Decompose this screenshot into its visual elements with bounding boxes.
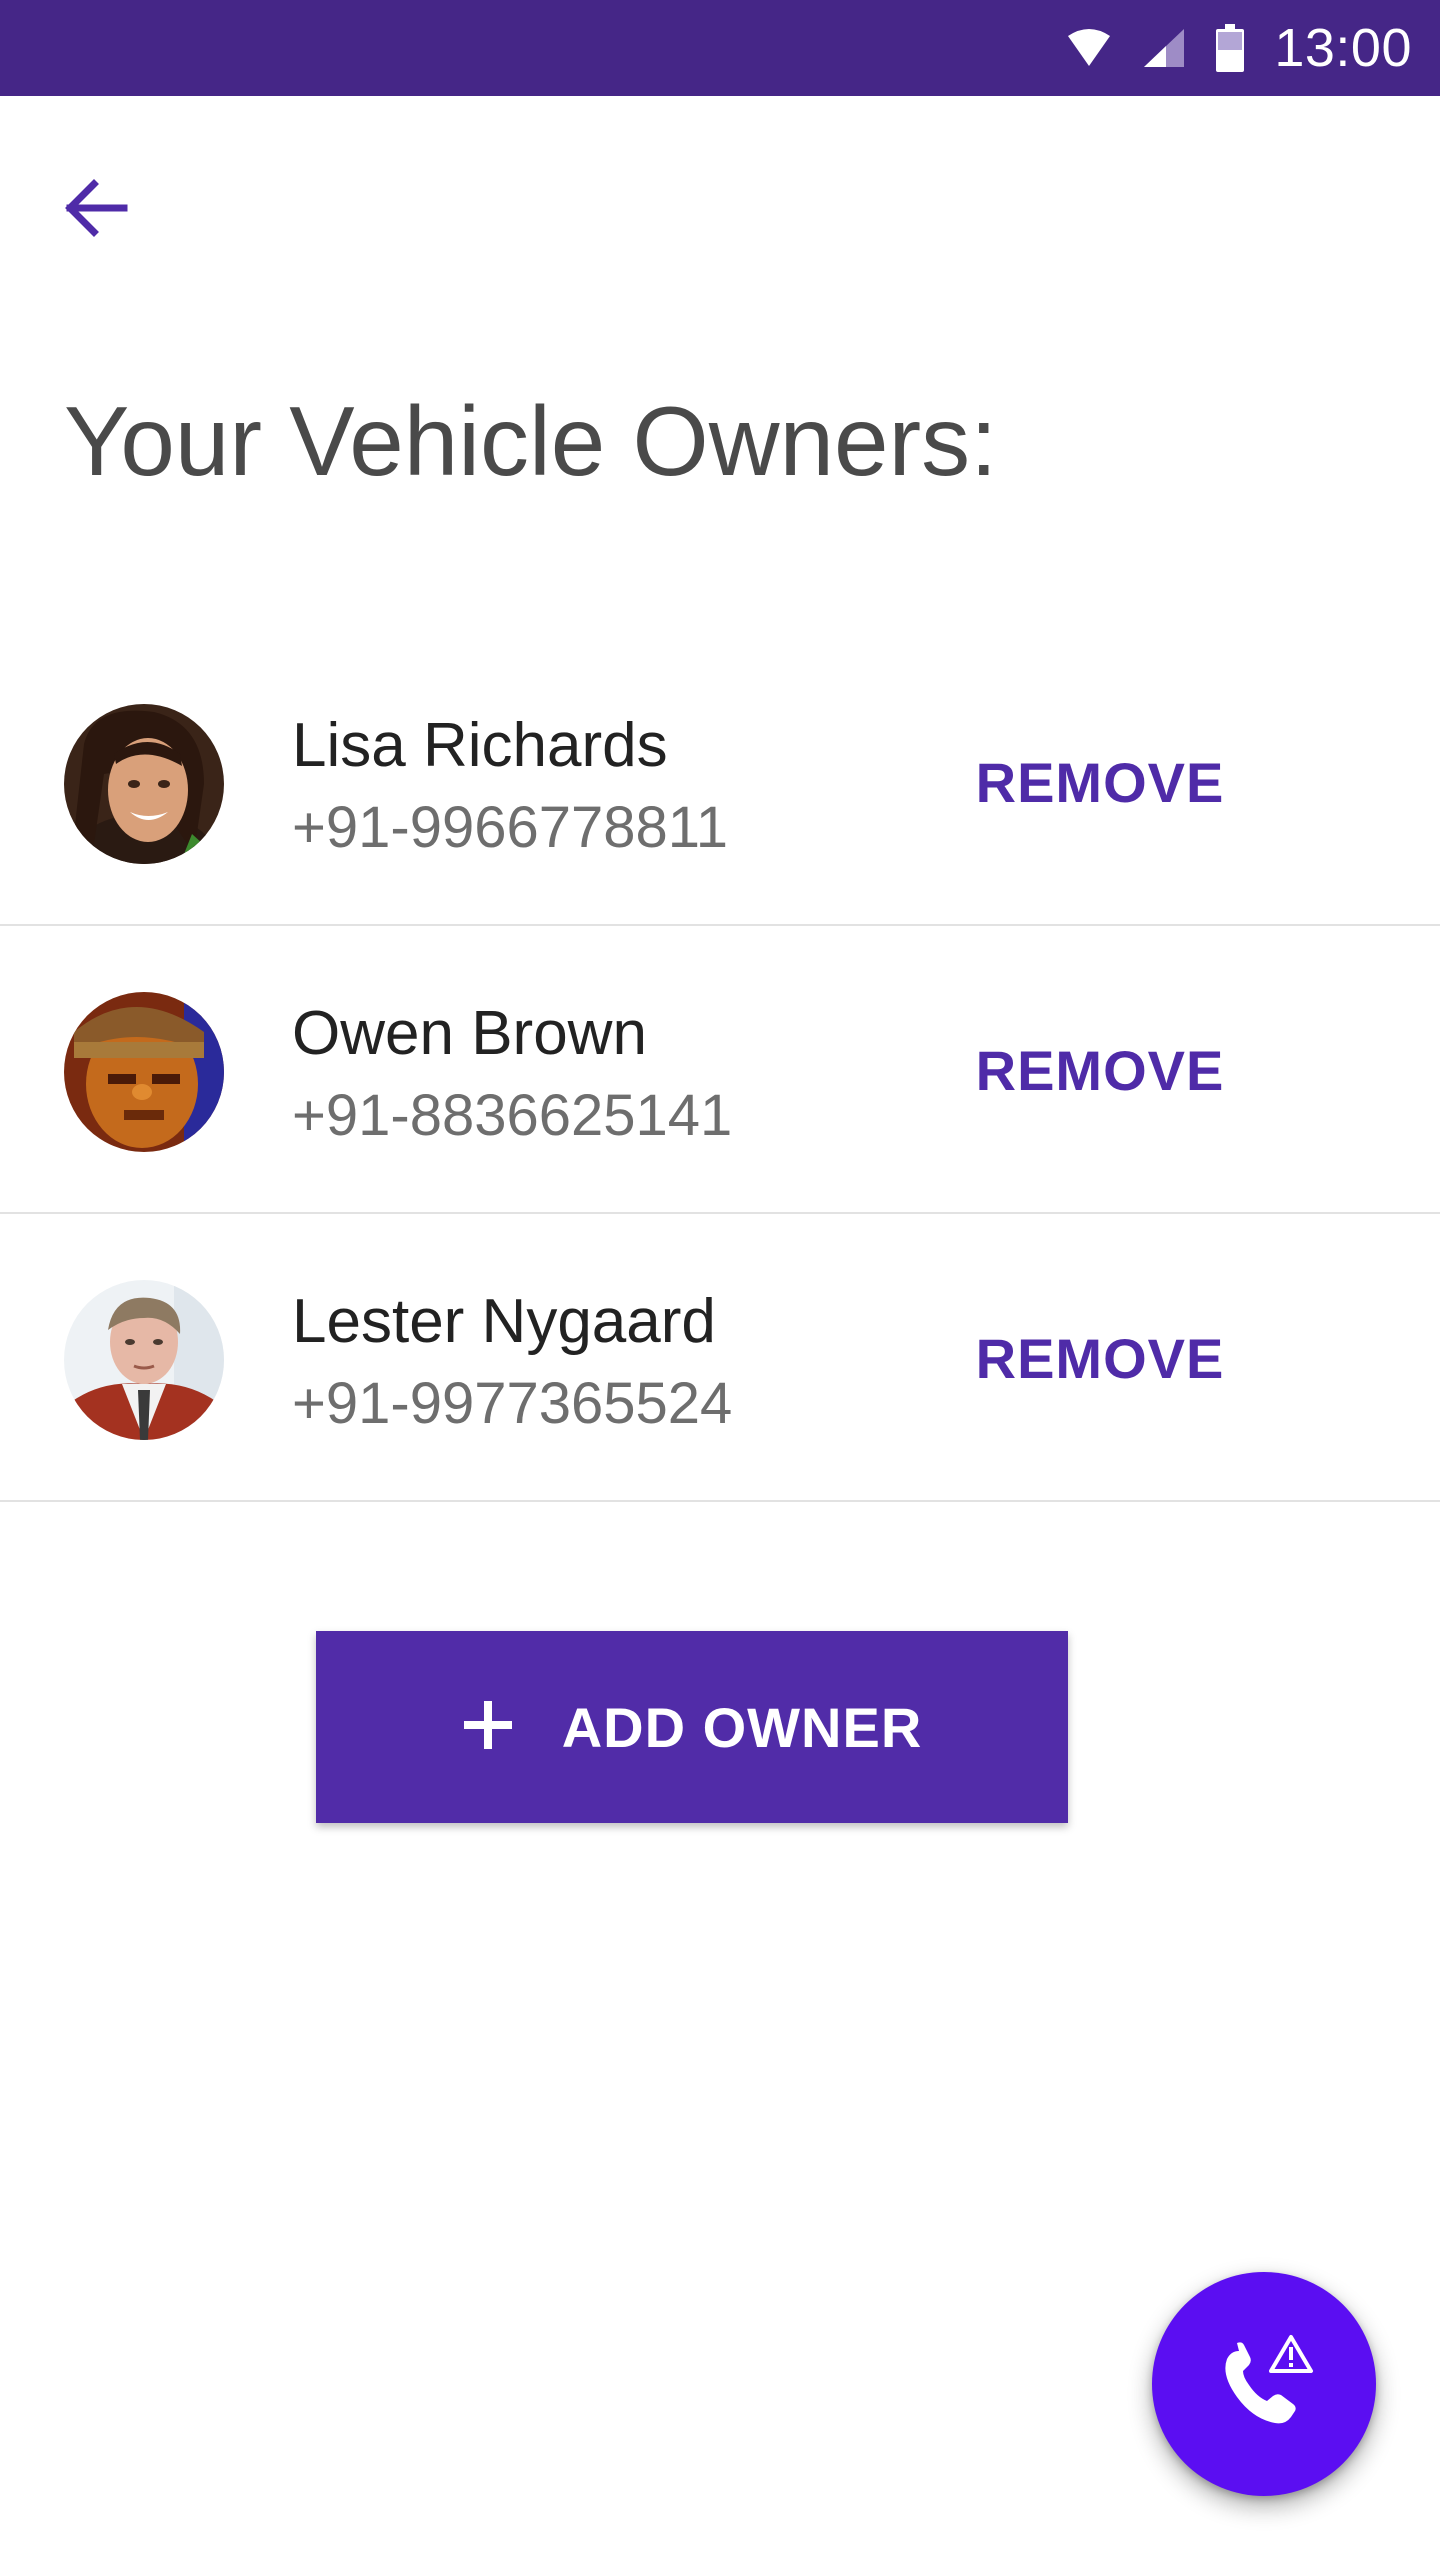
- owner-phone: +91-9977365524: [292, 1371, 733, 1436]
- owner-name: Lisa Richards: [292, 711, 668, 780]
- owner-phone: +91-9966778811: [292, 795, 728, 860]
- emergency-call-fab[interactable]: [1152, 2272, 1376, 2496]
- cellular-signal-icon: [1142, 27, 1186, 69]
- page-title: Your Vehicle Owners:: [64, 386, 998, 496]
- avatar: [64, 992, 224, 1152]
- owner-list: Lisa Richards +91-9966778811 REMOVE Owen: [0, 638, 1440, 1502]
- battery-icon: [1216, 24, 1245, 72]
- owner-row: Owen Brown +91-8836625141 REMOVE: [0, 926, 1440, 1214]
- avatar: [64, 704, 224, 864]
- avatar: [64, 1280, 224, 1440]
- wifi-icon: [1066, 28, 1112, 68]
- owner-name: Lester Nygaard: [292, 1287, 716, 1356]
- add-owner-label: ADD OWNER: [561, 1695, 923, 1759]
- add-owner-button[interactable]: ADD OWNER: [316, 1631, 1068, 1823]
- phone-alert-icon: [1209, 2327, 1319, 2442]
- owner-phone: +91-8836625141: [292, 1083, 733, 1148]
- owner-row: Lisa Richards +91-9966778811 REMOVE: [0, 638, 1440, 926]
- vehicle-owners-screen: 13:00 Your Vehicle Owners: Lisa Richards…: [0, 0, 1440, 2560]
- status-icons: 13:00: [1066, 0, 1412, 96]
- status-bar: 13:00: [0, 0, 1440, 96]
- arrow-back-icon: [60, 172, 132, 249]
- back-button[interactable]: [46, 160, 146, 260]
- owner-name: Owen Brown: [292, 999, 647, 1068]
- owner-row: Lester Nygaard +91-9977365524 REMOVE: [0, 1214, 1440, 1502]
- status-time: 13:00: [1274, 18, 1412, 78]
- remove-button[interactable]: REMOVE: [940, 1310, 1260, 1406]
- remove-button[interactable]: REMOVE: [940, 734, 1260, 830]
- remove-button[interactable]: REMOVE: [940, 1022, 1260, 1118]
- plus-icon: [462, 1699, 514, 1756]
